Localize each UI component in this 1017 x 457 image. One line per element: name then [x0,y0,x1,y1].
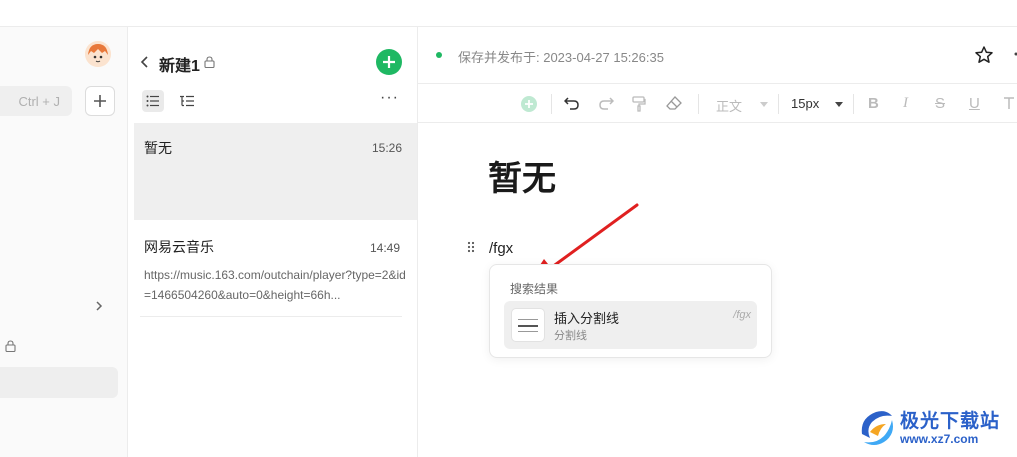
note-list-item[interactable]: 网易云音乐 14:49 https://music.163.com/outcha… [140,223,406,317]
note-time: 15:26 [371,141,402,155]
watermark-logo [861,411,893,445]
drag-handle-icon[interactable] [467,241,475,253]
slash-command-text[interactable]: /fgx [489,240,513,257]
watermark: 极光下载站 www.xz7.com [856,400,1017,457]
list-view-button[interactable] [142,90,164,112]
watermark-title: 极光下载站 [900,411,1001,432]
strikethrough-button[interactable]: S [935,95,945,112]
add-notebook-button[interactable] [85,86,115,116]
star-icon[interactable] [974,45,994,65]
document-title[interactable]: 暂无 [488,151,556,200]
option-title: 插入分割线 [554,311,620,326]
divider-icon [511,308,545,342]
note-time: 14:49 [369,241,400,255]
popup-heading: 搜索结果 [510,282,559,296]
undo-icon[interactable] [564,96,580,110]
toolbar-divider [778,94,779,114]
text-style-icon[interactable] [1002,96,1017,110]
eraser-icon[interactable] [666,96,682,110]
slash-command-popup: 搜索结果 插入分割线 分割线 /fgx [489,264,772,358]
title-bar [0,0,1017,27]
insert-plus-icon[interactable] [520,95,538,113]
note-list-pane: 新建1 ··· 暂无 15:26 网易云音乐 14:49 https://mus… [128,27,418,457]
list-icon [146,95,159,107]
tree-view-button[interactable] [176,90,198,112]
search-shortcut-hint: Ctrl + J [18,94,60,109]
caret-down-icon [760,102,768,107]
option-subtitle: 分割线 [554,330,587,342]
note-list-item[interactable]: 暂无 15:26 [134,123,417,220]
new-note-button[interactable] [376,49,402,75]
status-indicator [436,52,442,58]
paragraph-style-select[interactable]: 正文 [716,96,742,115]
lock-icon [204,56,215,68]
search-input[interactable]: Ctrl + J [0,86,72,116]
plus-icon [94,95,106,107]
toolbar-divider [853,94,854,114]
insert-divider-option[interactable]: 插入分割线 分割线 /fgx [504,301,757,349]
note-title: 暂无 [144,140,172,156]
note-title: 网易云音乐 [144,239,214,255]
plus-icon [383,56,395,68]
underline-button[interactable]: U [969,95,980,112]
more-icon[interactable] [1008,45,1017,63]
toolbar-divider [698,94,699,114]
format-toolbar: 正文 15px B I S U [418,83,1017,123]
italic-button[interactable]: I [903,95,908,112]
sidebar-item-active[interactable] [0,367,118,398]
tree-icon [180,95,194,107]
watermark-url: www.xz7.com [900,432,979,446]
lock-icon [5,340,16,352]
redo-icon[interactable] [598,96,614,110]
editor-pane: 保存并发布于: 2023-04-27 15:26:35 正文 15px B I … [418,27,1017,457]
caret-down-icon [835,102,843,107]
format-painter-icon[interactable] [632,96,646,112]
toolbar-divider [551,94,552,114]
avatar[interactable] [85,41,111,67]
option-shortcut: /fgx [733,309,751,321]
note-preview: https://music.163.com/outchain/player?ty… [144,268,406,302]
sidebar: Ctrl + J [0,27,128,457]
font-size-select[interactable]: 15px [791,96,819,111]
save-status: 保存并发布于: 2023-04-27 15:26:35 [458,50,664,65]
more-options-button[interactable]: ··· [380,90,399,106]
notebook-title: 新建1 [159,58,200,75]
back-icon[interactable] [140,55,150,69]
bold-button[interactable]: B [868,95,879,112]
chevron-right-icon[interactable] [94,301,104,311]
